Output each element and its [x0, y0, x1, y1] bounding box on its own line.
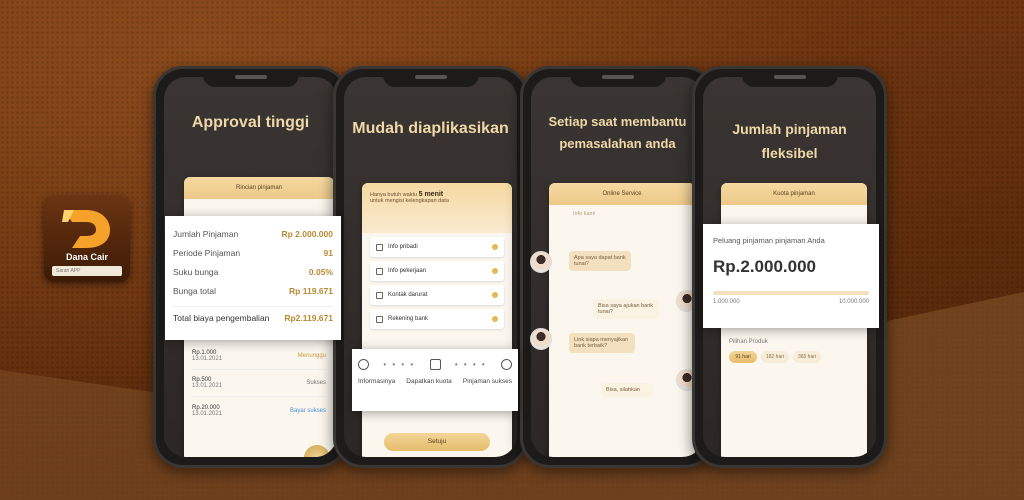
- progress-steps: • • • • • • • • Informasinya Dapatkan ku…: [352, 349, 518, 411]
- notch: [569, 69, 666, 87]
- coin-icon: [304, 445, 330, 457]
- success-icon: [501, 359, 512, 370]
- loan-summary-popup: Jumlah Pinjaman Rp 2.000.000 Periode Pinj…: [165, 216, 341, 340]
- briefcase-icon: [376, 267, 383, 275]
- contact-icon: [376, 291, 383, 299]
- range-max: 10.000.000: [838, 299, 869, 305]
- notch: [202, 69, 299, 87]
- loan-amount: Rp.2.000.000: [713, 257, 817, 276]
- headline-approval: Approval tinggi: [191, 114, 310, 131]
- chip-365[interactable]: 365 hari: [793, 351, 821, 363]
- notch: [741, 69, 838, 87]
- history-item[interactable]: Rp.500 13.01.2021 Sukses: [192, 370, 326, 397]
- notch: [382, 69, 479, 87]
- card-icon: [376, 315, 383, 323]
- chip-91[interactable]: 91 hari: [729, 351, 757, 363]
- quota-icon: [429, 359, 441, 370]
- summary-row: Bunga total Rp 119.671: [173, 285, 333, 296]
- product-section: Pilihan Produk 91 hari 182 hari 365 hari: [729, 339, 859, 363]
- product-label: Pilihan Produk: [729, 339, 768, 345]
- chip-182[interactable]: 182 hari: [761, 351, 789, 363]
- app-icon[interactable]: Dana Cair Saran APP: [44, 196, 130, 282]
- card-title: Online Service: [549, 183, 695, 205]
- menu-kontak-darurat[interactable]: Kontak darurat: [370, 285, 504, 305]
- avatar: [530, 251, 552, 273]
- headline-easy: Mudah diaplikasikan: [352, 120, 509, 137]
- history-list: Rp.1.000 13.01.2021 Menunggu Rp.500 13.01.…: [192, 343, 326, 424]
- intro-banner: Hanya butuh waktu 5 menit untuk mengisi …: [362, 183, 512, 233]
- chat-bubble: Apa saya dapat bank tunai?: [569, 251, 631, 271]
- menu-info-pribadi[interactable]: Info pribadi: [370, 237, 504, 257]
- application-card: Hanya butuh waktu 5 menit untuk mengisi …: [362, 183, 512, 457]
- range-min: 1.000.000: [713, 299, 740, 305]
- headline-flexible: Jumlah pinjaman fleksibel: [732, 121, 847, 161]
- popup-label: Peluang pinjaman pinjaman Anda: [713, 236, 825, 245]
- avatar: [530, 328, 552, 350]
- app-subtitle: Saran APP: [52, 266, 122, 276]
- agree-button[interactable]: Setuju: [384, 433, 490, 451]
- step-label: Informasinya: [358, 378, 396, 385]
- loan-amount-popup: Peluang pinjaman pinjaman Anda Rp.2.000.…: [703, 224, 879, 328]
- app-brand: Dana Cair: [65, 252, 109, 262]
- step-label: Pinjaman sukses: [462, 378, 512, 385]
- summary-row: Suku bunga 0.05%: [173, 266, 333, 277]
- step-label: Dapatkan kuota: [406, 378, 452, 385]
- card-title: Kuota pinjaman: [721, 183, 867, 205]
- phone-3-screen: Setiap saat membantu pemasalahan anda Onl…: [531, 77, 704, 457]
- history-item[interactable]: Rp.1.000 13.01.2021 Menunggu: [192, 343, 326, 370]
- chat-card: Online Service Info kami: [549, 183, 695, 457]
- chat-bubble: Link siapa menyajikan bank terbaik?: [569, 333, 635, 353]
- summary-row: Periode Pinjaman 91: [173, 247, 333, 258]
- card-title: Rincian pinjaman: [184, 177, 334, 199]
- history-item[interactable]: Rp.20.000 13.01.2021 Bayar sukses: [192, 397, 326, 424]
- chat-top-text: Info kami: [573, 211, 596, 217]
- d-logo-icon: [62, 210, 110, 248]
- headline-support: Setiap saat membantu pemasalahan anda: [548, 114, 687, 151]
- chat-bubble: Bisa, silahkan: [601, 383, 653, 397]
- person-icon: [376, 243, 383, 251]
- amount-slider[interactable]: [713, 291, 869, 295]
- total-row: Total biaya pengembalian Rp2.119.671: [173, 306, 333, 325]
- person-icon: [358, 359, 369, 370]
- menu-rekening-bank[interactable]: Rekening bank: [370, 309, 504, 329]
- summary-row: Jumlah Pinjaman Rp 2.000.000: [173, 228, 333, 239]
- menu-info-pekerjaan[interactable]: Info pekerjaan: [370, 261, 504, 281]
- chat-bubble: Bisa saya ajukan bank tunai?: [593, 299, 659, 319]
